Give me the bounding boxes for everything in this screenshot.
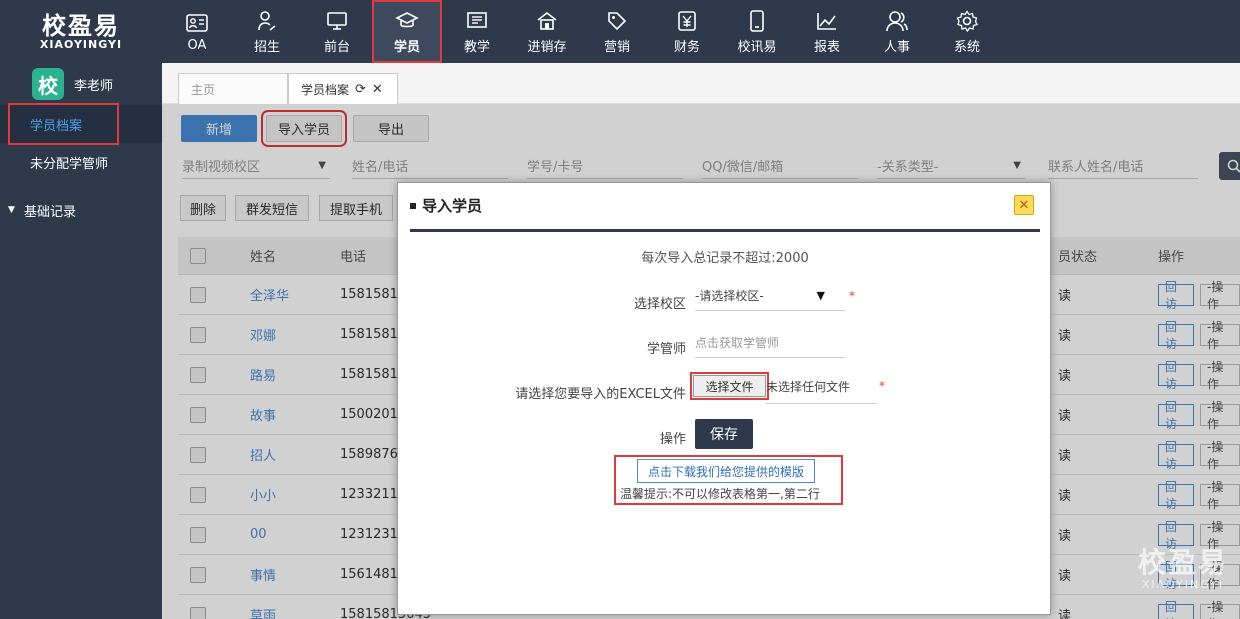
choose-file-label: 选择文件 (705, 379, 754, 394)
required-mark: * (879, 379, 885, 393)
top-bar: 校盈易 XIAOYINGYI OA 招生 前台 学员 教学 进销存 营销 财务 … (0, 0, 1240, 63)
tab-label: 学员档案 (301, 83, 350, 97)
nav-label: 学员 (393, 40, 420, 55)
nav-label: 进销存 (527, 40, 567, 55)
tab-home[interactable]: 主页 (178, 73, 288, 104)
warning-tip: 温馨提示:不可以修改表格第一,第二行 (620, 487, 820, 501)
import-students-dialog: 导入学员 ✕ 每次导入总记录不超过:2000 选择校区 -请选择校区- ▼ * … (397, 182, 1051, 615)
people-icon (885, 8, 909, 34)
phone-icon (748, 8, 766, 34)
tab-bar: 主页 学员档案 ⟳ ✕ (162, 63, 1240, 105)
caret-down-icon: ▼ (8, 205, 15, 215)
main-nav: OA 招生 前台 学员 教学 进销存 营销 财务 校讯易 报表 人事 系统 (162, 0, 1002, 63)
download-template-button[interactable]: 点击下载我们给您提供的模版 (637, 459, 815, 483)
nav-students[interactable]: 学员 (372, 0, 442, 63)
house-icon (536, 8, 558, 34)
highlight-frame (8, 103, 119, 145)
tab-label: 主页 (191, 82, 216, 97)
refresh-icon[interactable]: ⟳ (355, 82, 366, 97)
sidebar: 校 李老师 学员档案 未分配学管师 ▼ 基础记录 (0, 63, 162, 619)
nav-label: OA (187, 38, 207, 53)
logo: 校盈易 XIAOYINGYI (0, 0, 162, 63)
sidebar-item-student-records[interactable]: 学员档案 (0, 103, 162, 145)
nav-label: 系统 (953, 40, 980, 55)
yen-icon (676, 8, 698, 34)
gear-icon (956, 8, 978, 34)
campus-select-value: -请选择校区- (695, 289, 764, 303)
watermark-subtext: XIAOYINGYI (1141, 578, 1225, 591)
watermark-text: 校盈易 (1138, 546, 1229, 579)
title-divider (410, 229, 1040, 232)
sidebar-group-basic-records[interactable]: ▼ 基础记录 (0, 191, 162, 229)
save-label: 保存 (710, 427, 738, 443)
advisor-placeholder: 点击获取学管师 (695, 336, 780, 350)
person-hand-icon (256, 8, 278, 34)
choose-file-button[interactable]: 选择文件 (690, 372, 769, 400)
campus-label: 选择校区 (633, 297, 686, 312)
nav-label: 营销 (603, 40, 630, 55)
sidebar-item-unassigned-advisor[interactable]: 未分配学管师 (0, 143, 162, 181)
close-icon[interactable]: ✕ (372, 82, 383, 97)
dialog-title-text: 导入学员 (422, 197, 483, 215)
title-square-icon (410, 202, 416, 209)
save-button[interactable]: 保存 (695, 419, 753, 449)
graduation-cap-icon (395, 8, 419, 34)
nav-label: 校讯易 (737, 40, 777, 55)
chart-icon (816, 8, 838, 34)
watermark-logo: 校盈易 XIAOYINGYI (1138, 546, 1229, 592)
nav-message[interactable]: 校讯易 (722, 0, 792, 63)
monitor-icon (326, 8, 348, 34)
dialog-title: 导入学员 (410, 195, 482, 216)
excel-file-label: 请选择您要导入的EXCEL文件 (515, 387, 686, 402)
nav-front-desk[interactable]: 前台 (302, 0, 372, 63)
sidebar-item-label: 未分配学管师 (30, 156, 109, 172)
nav-finance[interactable]: 财务 (652, 0, 722, 63)
caret-down-icon: ▼ (816, 289, 825, 302)
close-icon[interactable]: ✕ (1014, 195, 1034, 215)
tab-student-records[interactable]: 学员档案 ⟳ ✕ (288, 73, 398, 105)
download-template-label: 点击下载我们给您提供的模版 (647, 464, 804, 479)
import-limit-note: 每次导入总记录不超过:2000 (641, 251, 809, 266)
user-info: 校 李老师 (0, 63, 162, 105)
board-icon (466, 8, 488, 34)
nav-label: 教学 (463, 40, 490, 55)
avatar: 校 (32, 68, 64, 100)
file-status-text: 未选择任何文件 (766, 379, 851, 394)
nav-system[interactable]: 系统 (932, 0, 1002, 63)
advisor-input[interactable]: 点击获取学管师 (695, 328, 845, 358)
campus-select[interactable]: -请选择校区- ▼ (695, 281, 845, 311)
nav-label: 招生 (253, 40, 280, 55)
operation-label: 操作 (659, 432, 686, 447)
nav-marketing[interactable]: 营销 (582, 0, 652, 63)
nav-oa[interactable]: OA (162, 0, 232, 63)
nav-hr[interactable]: 人事 (862, 0, 932, 63)
logo-text: 校盈易 (42, 11, 120, 40)
user-name: 李老师 (74, 78, 114, 94)
nav-teaching[interactable]: 教学 (442, 0, 512, 63)
logo-subtext: XIAOYINGYI (39, 37, 123, 51)
required-mark: * (849, 289, 855, 303)
nav-label: 报表 (813, 40, 840, 55)
nav-reports[interactable]: 报表 (792, 0, 862, 63)
tag-icon (606, 8, 628, 34)
file-status: 未选择任何文件 (766, 369, 876, 404)
nav-label: 前台 (323, 40, 350, 55)
sidebar-group-label: 基础记录 (24, 204, 77, 220)
nav-label: 人事 (883, 40, 910, 55)
id-card-icon (186, 10, 208, 36)
nav-label: 财务 (673, 40, 700, 55)
advisor-label: 学管师 (646, 342, 686, 357)
nav-inventory[interactable]: 进销存 (512, 0, 582, 63)
nav-recruit[interactable]: 招生 (232, 0, 302, 63)
